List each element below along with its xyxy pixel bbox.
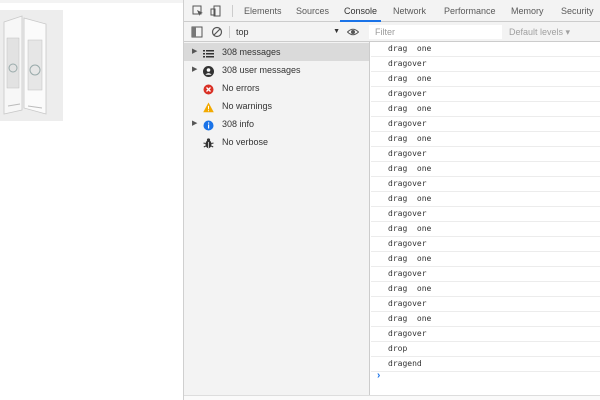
info-icon — [203, 119, 214, 131]
toolbar-separator — [229, 26, 230, 38]
console-sidebar: ▶ 308 messages ▶ 308 user messages No er… — [184, 42, 370, 400]
sidebar-item-warnings[interactable]: No warnings — [184, 97, 369, 115]
expand-arrow-icon: ▶ — [192, 66, 198, 73]
sidebar-item-messages[interactable]: ▶ 308 messages — [184, 43, 369, 61]
sidebar-toggle-icon[interactable] — [191, 26, 203, 38]
drawer-edge — [184, 395, 600, 400]
web-page-area — [0, 0, 183, 400]
devtools-panel: Elements Sources Console Network Perform… — [183, 0, 600, 400]
console-message: dragover — [371, 57, 600, 72]
console-message: drag one — [371, 312, 600, 327]
expand-arrow-icon: ▶ — [192, 48, 198, 55]
dropdown-arrow-icon: ▼ — [333, 28, 340, 35]
tab-memory[interactable]: Memory — [511, 0, 544, 22]
console-message: dragover — [371, 207, 600, 222]
tab-security[interactable]: Security — [561, 0, 594, 22]
console-message: drop — [371, 342, 600, 357]
console-message: dragover — [371, 87, 600, 102]
tab-console[interactable]: Console — [344, 0, 377, 22]
console-message: drag one — [371, 252, 600, 267]
console-message: dragover — [371, 147, 600, 162]
console-message: drag one — [371, 42, 600, 57]
device-toolbar-icon[interactable] — [210, 5, 222, 17]
console-message: drag one — [371, 72, 600, 87]
sidebar-item-errors[interactable]: No errors — [184, 79, 369, 97]
sidebar-item-verbose[interactable]: No verbose — [184, 133, 369, 151]
sidebar-item-label: 308 user messages — [222, 65, 301, 75]
console-message: dragover — [371, 117, 600, 132]
filter-input[interactable]: Filter — [369, 25, 502, 39]
console-message: drag one — [371, 282, 600, 297]
expand-arrow-icon: ▶ — [192, 120, 198, 127]
sidebar-item-info[interactable]: ▶ 308 info — [184, 115, 369, 133]
draggable-image[interactable] — [0, 10, 63, 121]
sidebar-item-label: No verbose — [222, 137, 269, 147]
tab-elements[interactable]: Elements — [244, 0, 282, 22]
clear-console-icon[interactable] — [211, 26, 223, 38]
console-message: drag one — [371, 132, 600, 147]
sidebar-item-user-messages[interactable]: ▶ 308 user messages — [184, 61, 369, 79]
console-message: dragend — [371, 357, 600, 372]
log-levels-dropdown[interactable]: Default levels ▾ — [509, 25, 589, 39]
console-toolbar: top ▼ Filter Default levels ▾ — [184, 22, 600, 42]
user-icon — [203, 65, 214, 77]
console-message: dragover — [371, 297, 600, 312]
console-message: dragover — [371, 177, 600, 192]
console-message: drag one — [371, 102, 600, 117]
inspect-element-icon[interactable] — [192, 5, 204, 17]
sidebar-item-label: No errors — [222, 83, 260, 93]
sidebar-item-label: No warnings — [222, 101, 273, 111]
error-icon — [203, 83, 214, 95]
console-message: dragover — [371, 327, 600, 342]
console-message: drag one — [371, 192, 600, 207]
page-top-strip — [0, 0, 183, 3]
console-message: drag one — [371, 222, 600, 237]
tab-sources[interactable]: Sources — [296, 0, 329, 22]
live-expression-eye-icon[interactable] — [346, 26, 360, 38]
devtools-tabbar: Elements Sources Console Network Perform… — [184, 0, 600, 22]
sidebar-item-label: 308 messages — [222, 47, 281, 57]
console-message: dragover — [371, 237, 600, 252]
warning-icon — [203, 101, 214, 113]
list-icon — [203, 47, 214, 58]
tabbar-separator — [232, 5, 233, 17]
console-message: drag one — [371, 162, 600, 177]
sidebar-item-label: 308 info — [222, 119, 255, 129]
console-messages-pane: drag one dragover drag one dragover drag… — [371, 42, 600, 400]
console-prompt-icon[interactable]: › — [377, 370, 380, 381]
tab-network[interactable]: Network — [393, 0, 426, 22]
context-selector-value: top — [236, 27, 249, 37]
bug-icon — [203, 137, 214, 149]
context-selector[interactable]: top ▼ — [236, 25, 340, 39]
tab-performance[interactable]: Performance — [444, 0, 496, 22]
console-message: dragover — [371, 267, 600, 282]
